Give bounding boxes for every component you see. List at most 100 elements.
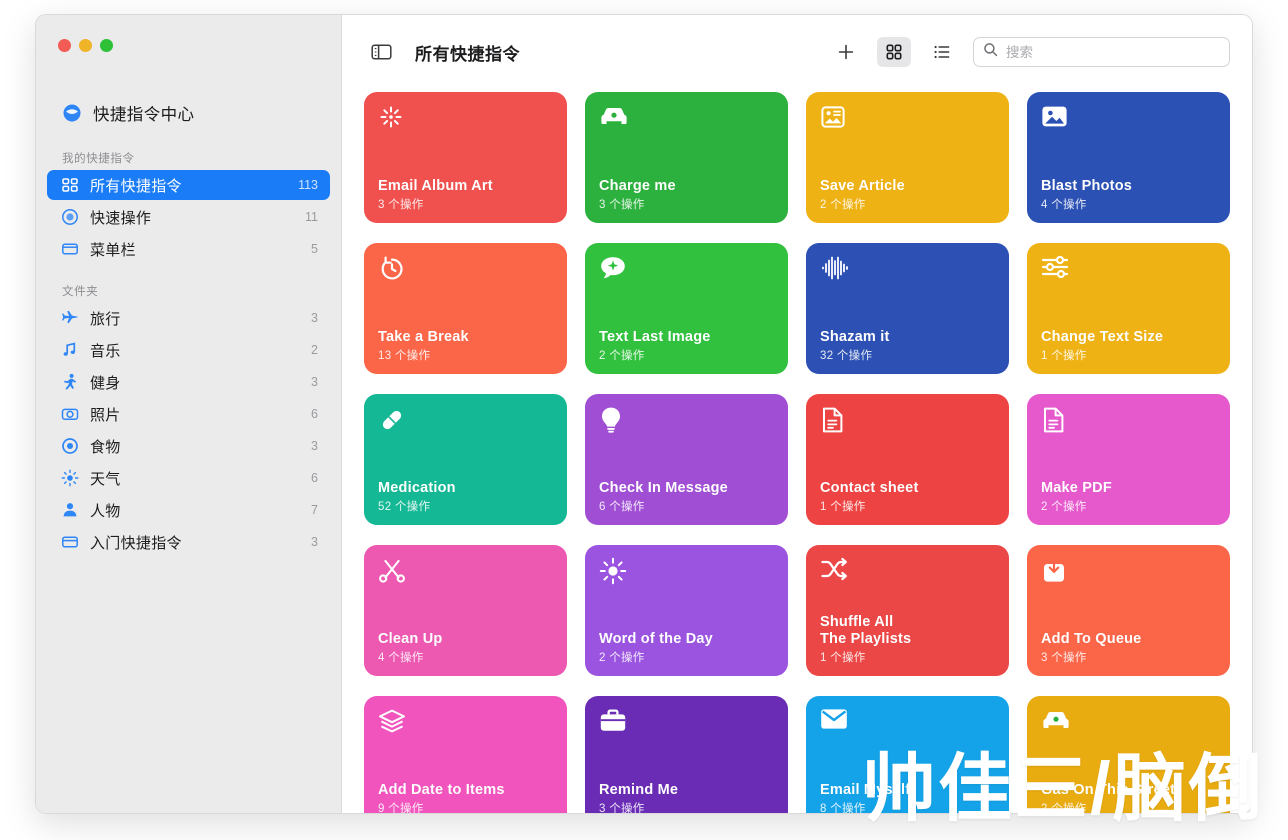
sidebar-item-count: 7 [311, 503, 318, 517]
shortcut-card-title: Blast Photos [1041, 177, 1133, 194]
shortcut-card-text: Change Text Size 1 个操作 [1041, 329, 1216, 363]
timer-icon [378, 255, 408, 285]
page-title: 所有快捷指令 [415, 44, 520, 64]
shortcut-card[interactable]: Gas On This Street 2 个操作 [1027, 696, 1230, 813]
shortcut-card-text: Email Myself 8 个操作 [820, 782, 995, 813]
maximize-button[interactable] [100, 39, 113, 52]
shortcut-card[interactable]: Blast Photos 4 个操作 [1027, 92, 1230, 223]
sidebar-item-all-shortcuts[interactable]: 所有快捷指令 113 [47, 170, 330, 200]
sidebar-item-label: 照片 [90, 406, 121, 424]
sidebar-item-label: 音乐 [90, 342, 121, 360]
add-shortcut-button[interactable] [829, 37, 863, 67]
sidebar-item-menubar[interactable]: 菜单栏 5 [47, 234, 330, 264]
shortcut-card-text: Add Date to Items 9 个操作 [378, 782, 553, 813]
waveform-icon [820, 255, 850, 285]
document-icon [1041, 406, 1071, 436]
shortcut-card[interactable]: Check In Message 6 个操作 [585, 394, 788, 525]
shortcut-card[interactable]: Medication 52 个操作 [364, 394, 567, 525]
shortcut-card-text: Contact sheet 1 个操作 [820, 480, 995, 514]
shortcut-card-text: Charge me 3 个操作 [599, 178, 774, 212]
shortcut-card-title: Text Last Image [599, 328, 711, 345]
shortcut-card-title: Email Myself [820, 781, 911, 798]
shortcut-card-text: Check In Message 6 个操作 [599, 480, 774, 514]
shortcut-card-text: Shuffle All The Playlists 1 个操作 [820, 614, 995, 665]
grid-view-icon[interactable] [877, 37, 911, 67]
sidebar-item-shortcuts-center[interactable]: 快捷指令中心 [48, 95, 329, 131]
sidebar-group-title-folders: 文件夹 [62, 286, 99, 298]
shortcut-card[interactable]: Shuffle All The Playlists 1 个操作 [806, 545, 1009, 676]
sidebar-item-label: 菜单栏 [90, 241, 136, 259]
shortcut-card-title: Charge me [599, 177, 676, 194]
shortcut-card-text: Clean Up 4 个操作 [378, 631, 553, 665]
sidebar-item-count: 2 [311, 343, 318, 357]
shortcut-card[interactable]: Shazam it 32 个操作 [806, 243, 1009, 374]
airplane-icon [60, 309, 79, 328]
sidebar-item-count: 6 [311, 471, 318, 485]
main-content: 所有快捷指令 搜索 Email Album Art 3 个操作 Charge m… [342, 15, 1252, 813]
shuffle-icon [820, 557, 850, 587]
sidebar-item-travel[interactable]: 旅行 3 [47, 303, 330, 333]
sidebar-item-quick-actions[interactable]: 快速操作 11 [47, 202, 330, 232]
sidebar-item-fitness[interactable]: 健身 3 [47, 367, 330, 397]
search-field[interactable] [973, 37, 1230, 67]
shortcuts-grid-scroll[interactable]: Email Album Art 3 个操作 Charge me 3 个操作 Save A… [342, 89, 1252, 813]
window-traffic-lights [36, 15, 341, 73]
shortcut-card[interactable]: Add To Queue 3 个操作 [1027, 545, 1230, 676]
grid-icon [60, 176, 79, 195]
shortcut-card[interactable]: Email Myself 8 个操作 [806, 696, 1009, 813]
shortcut-card[interactable]: Remind Me 3 个操作 [585, 696, 788, 813]
scissors-icon [378, 557, 408, 587]
shortcut-card-subtitle: 3 个操作 [599, 199, 645, 211]
sidebar-item-count: 3 [311, 375, 318, 389]
shortcut-card[interactable]: Contact sheet 1 个操作 [806, 394, 1009, 525]
shortcut-card[interactable]: Text Last Image 2 个操作 [585, 243, 788, 374]
toolbar: 所有快捷指令 [342, 15, 1252, 89]
person-icon [60, 501, 79, 520]
shortcut-card-subtitle: 8 个操作 [820, 803, 866, 813]
screen-root: 快捷指令中心 我的快捷指令 所有快捷指令 113 快速操作 11 菜单栏 5 文… [0, 0, 1288, 840]
shortcut-card-title: Change Text Size [1041, 328, 1164, 345]
shortcut-card[interactable]: Charge me 3 个操作 [585, 92, 788, 223]
sidebar-item-weather[interactable]: 天气 6 [47, 463, 330, 493]
shortcuts-center-label: 快捷指令中心 [93, 106, 195, 124]
sidebar-item-starter-shortcuts[interactable]: 入门快捷指令 3 [47, 527, 330, 557]
shortcut-card-subtitle: 1 个操作 [820, 652, 866, 664]
sidebar-item-count: 5 [311, 242, 318, 256]
shortcut-card-title: Remind Me [599, 781, 679, 798]
shortcut-card-text: Make PDF 2 个操作 [1041, 480, 1216, 514]
search-input[interactable] [1006, 44, 1220, 60]
shortcut-card-text: Medication 52 个操作 [378, 480, 553, 514]
list-view-icon[interactable] [925, 37, 959, 67]
sidebar-item-people[interactable]: 人物 7 [47, 495, 330, 525]
shortcut-card-text: Text Last Image 2 个操作 [599, 329, 774, 363]
shortcut-card[interactable]: Word of the Day 2 个操作 [585, 545, 788, 676]
close-button[interactable] [58, 39, 71, 52]
sidebar-toggle-icon[interactable] [364, 37, 398, 67]
car-icon [1041, 708, 1071, 738]
sidebar-item-photos[interactable]: 照片 6 [47, 399, 330, 429]
sidebar-item-food[interactable]: 食物 3 [47, 431, 330, 461]
shortcut-card[interactable]: Change Text Size 1 个操作 [1027, 243, 1230, 374]
envelope-icon [820, 708, 850, 738]
shortcut-card[interactable]: Clean Up 4 个操作 [364, 545, 567, 676]
shortcut-card[interactable]: Make PDF 2 个操作 [1027, 394, 1230, 525]
minimize-button[interactable] [79, 39, 92, 52]
add-queue-icon [1041, 557, 1071, 587]
briefcase-icon [599, 708, 629, 738]
shortcut-card[interactable]: Take a Break 13 个操作 [364, 243, 567, 374]
shortcut-card-text: Word of the Day 2 个操作 [599, 631, 774, 665]
sidebar-item-count: 11 [305, 210, 318, 224]
shortcut-card-subtitle: 2 个操作 [599, 350, 645, 362]
shortcut-card-title: Gas On This Street [1041, 781, 1176, 798]
shortcut-card-subtitle: 4 个操作 [1041, 199, 1087, 211]
shortcut-card[interactable]: Add Date to Items 9 个操作 [364, 696, 567, 813]
shortcut-card-title: Word of the Day [599, 630, 713, 647]
shortcut-card-text: Add To Queue 3 个操作 [1041, 631, 1216, 665]
shortcut-card[interactable]: Email Album Art 3 个操作 [364, 92, 567, 223]
lightbulb-icon [599, 406, 629, 436]
sidebar-item-label: 健身 [90, 374, 121, 392]
sidebar-item-music[interactable]: 音乐 2 [47, 335, 330, 365]
shortcut-card[interactable]: Save Article 2 个操作 [806, 92, 1009, 223]
shortcut-card-text: Gas On This Street 2 个操作 [1041, 782, 1216, 813]
shortcut-card-subtitle: 4 个操作 [378, 652, 424, 664]
